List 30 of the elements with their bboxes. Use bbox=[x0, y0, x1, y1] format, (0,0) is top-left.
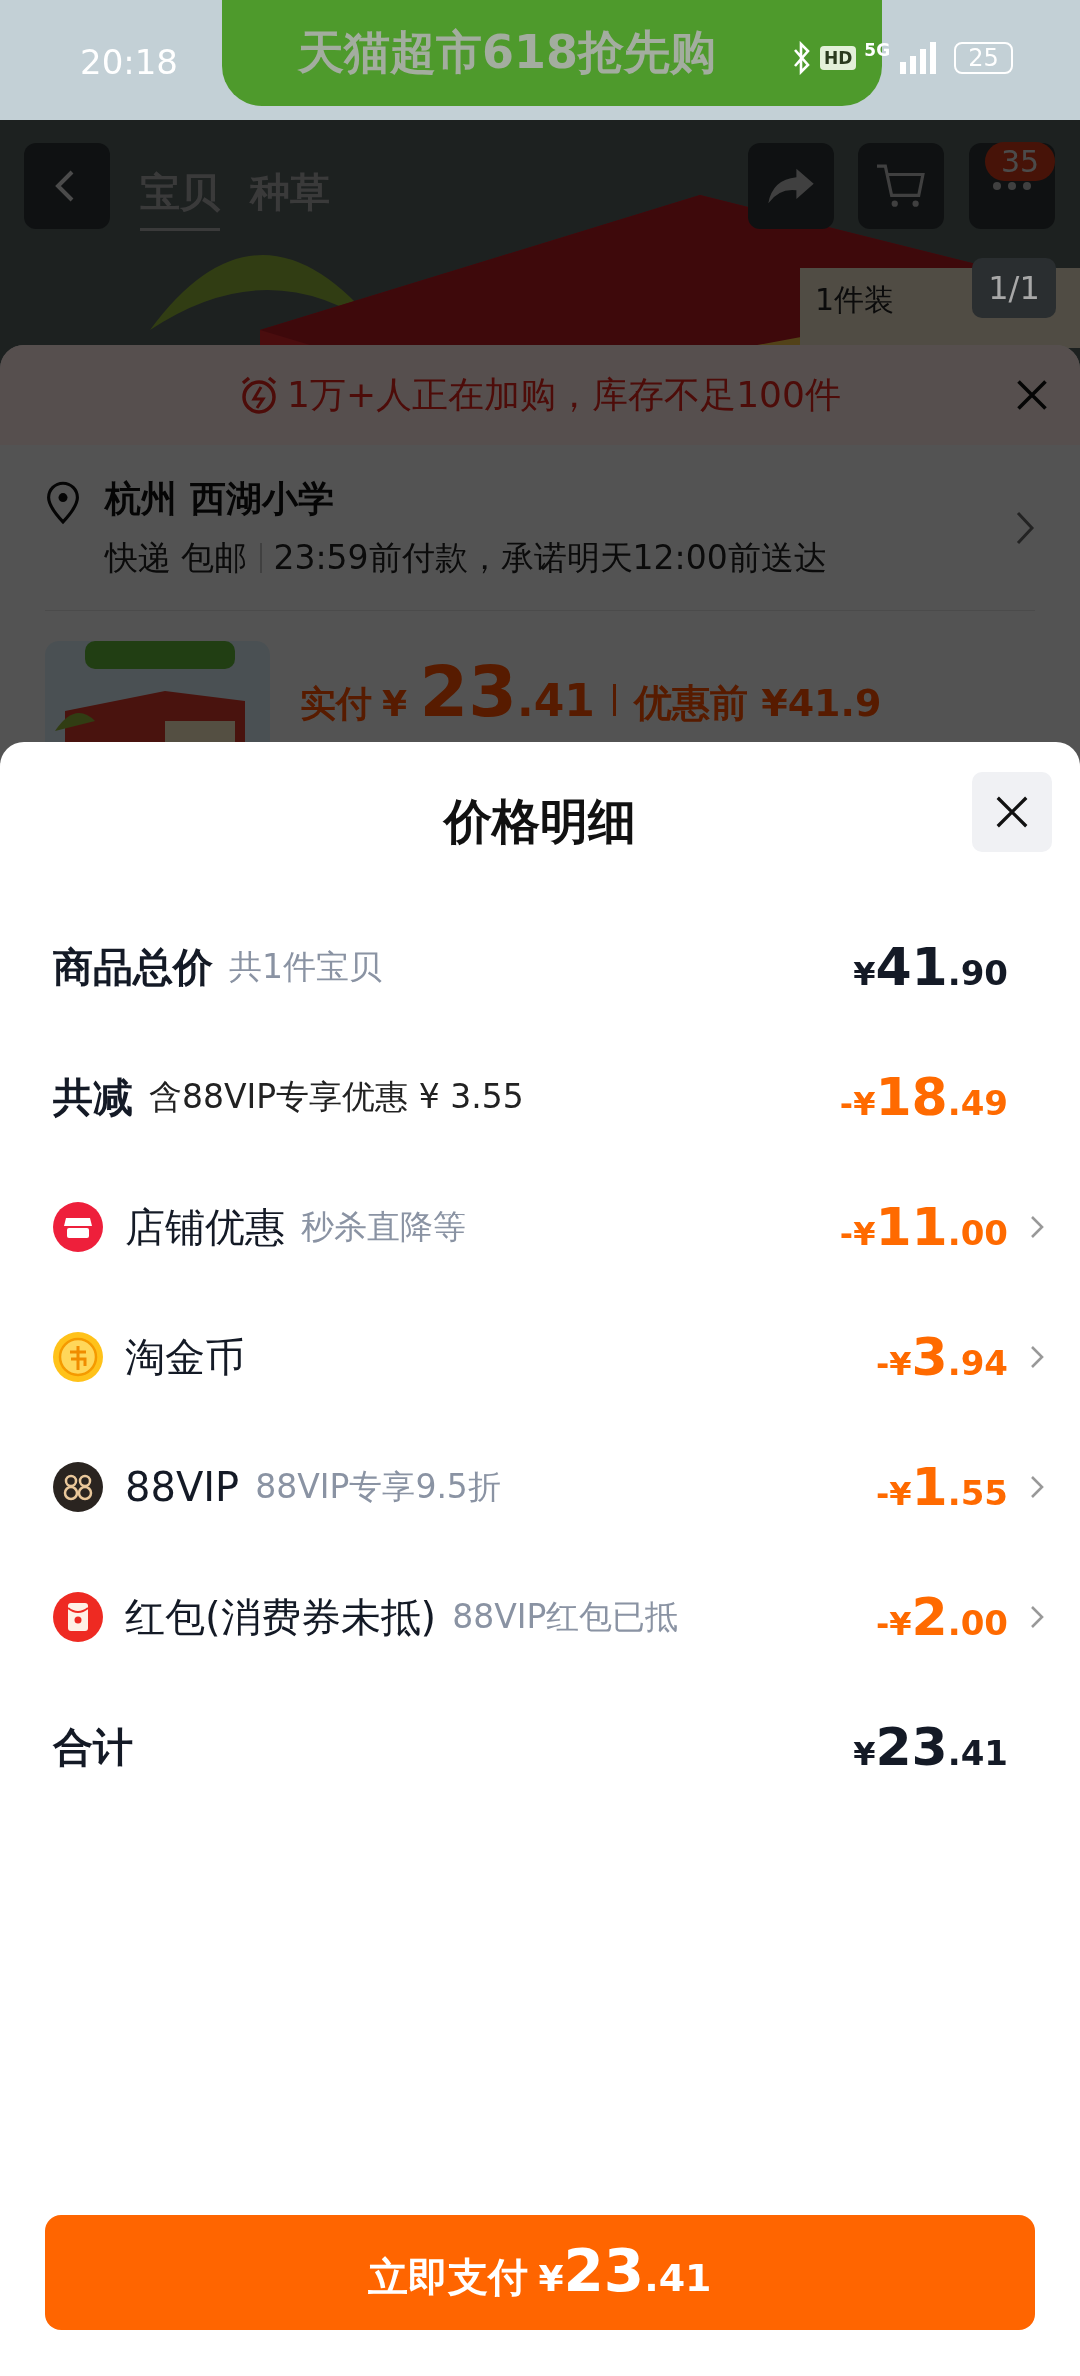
row-note: 88VIP专享9.5折 bbox=[255, 1465, 501, 1508]
envelope-icon bbox=[53, 1592, 103, 1642]
row-note: 含88VIP专享优惠 ¥ 3.55 bbox=[149, 1075, 524, 1118]
chevron-right-icon[interactable] bbox=[1030, 1215, 1044, 1239]
store-icon bbox=[53, 1202, 103, 1252]
row-label: 商品总价 bbox=[53, 942, 213, 992]
row-note: 共1件宝贝 bbox=[229, 945, 382, 988]
row-amount: -¥3.94 bbox=[876, 1327, 1008, 1387]
row-note: 秒杀直降等 bbox=[301, 1205, 466, 1248]
row-amount: -¥1.55 bbox=[876, 1457, 1008, 1517]
row-label: 共减 bbox=[53, 1072, 133, 1122]
row-amount: ¥23.41 bbox=[853, 1717, 1008, 1777]
row-label: 店铺优惠 bbox=[125, 1202, 285, 1252]
row-label: 淘金币 bbox=[125, 1332, 245, 1382]
coin-icon bbox=[53, 1332, 103, 1382]
chevron-right-icon[interactable] bbox=[1030, 1605, 1044, 1629]
row-amount: -¥18.49 bbox=[839, 1067, 1008, 1127]
row-amount: -¥2.00 bbox=[876, 1587, 1008, 1647]
close-button[interactable] bbox=[972, 772, 1052, 852]
row-amount: -¥11.00 bbox=[839, 1197, 1008, 1257]
row-label: 红包(消费券未抵) bbox=[125, 1592, 437, 1642]
sheet-title: 价格明细 bbox=[444, 792, 636, 851]
pay-button[interactable]: 立即支付 ¥23.41 bbox=[45, 2215, 1035, 2330]
chevron-right-icon[interactable] bbox=[1030, 1475, 1044, 1499]
row-amount: ¥41.90 bbox=[853, 937, 1008, 997]
row-label: 88VIP bbox=[125, 1464, 240, 1510]
vip-icon bbox=[53, 1462, 103, 1512]
row-note: 88VIP红包已抵 bbox=[452, 1595, 679, 1638]
chevron-right-icon[interactable] bbox=[1030, 1345, 1044, 1369]
row-label: 合计 bbox=[53, 1722, 133, 1772]
